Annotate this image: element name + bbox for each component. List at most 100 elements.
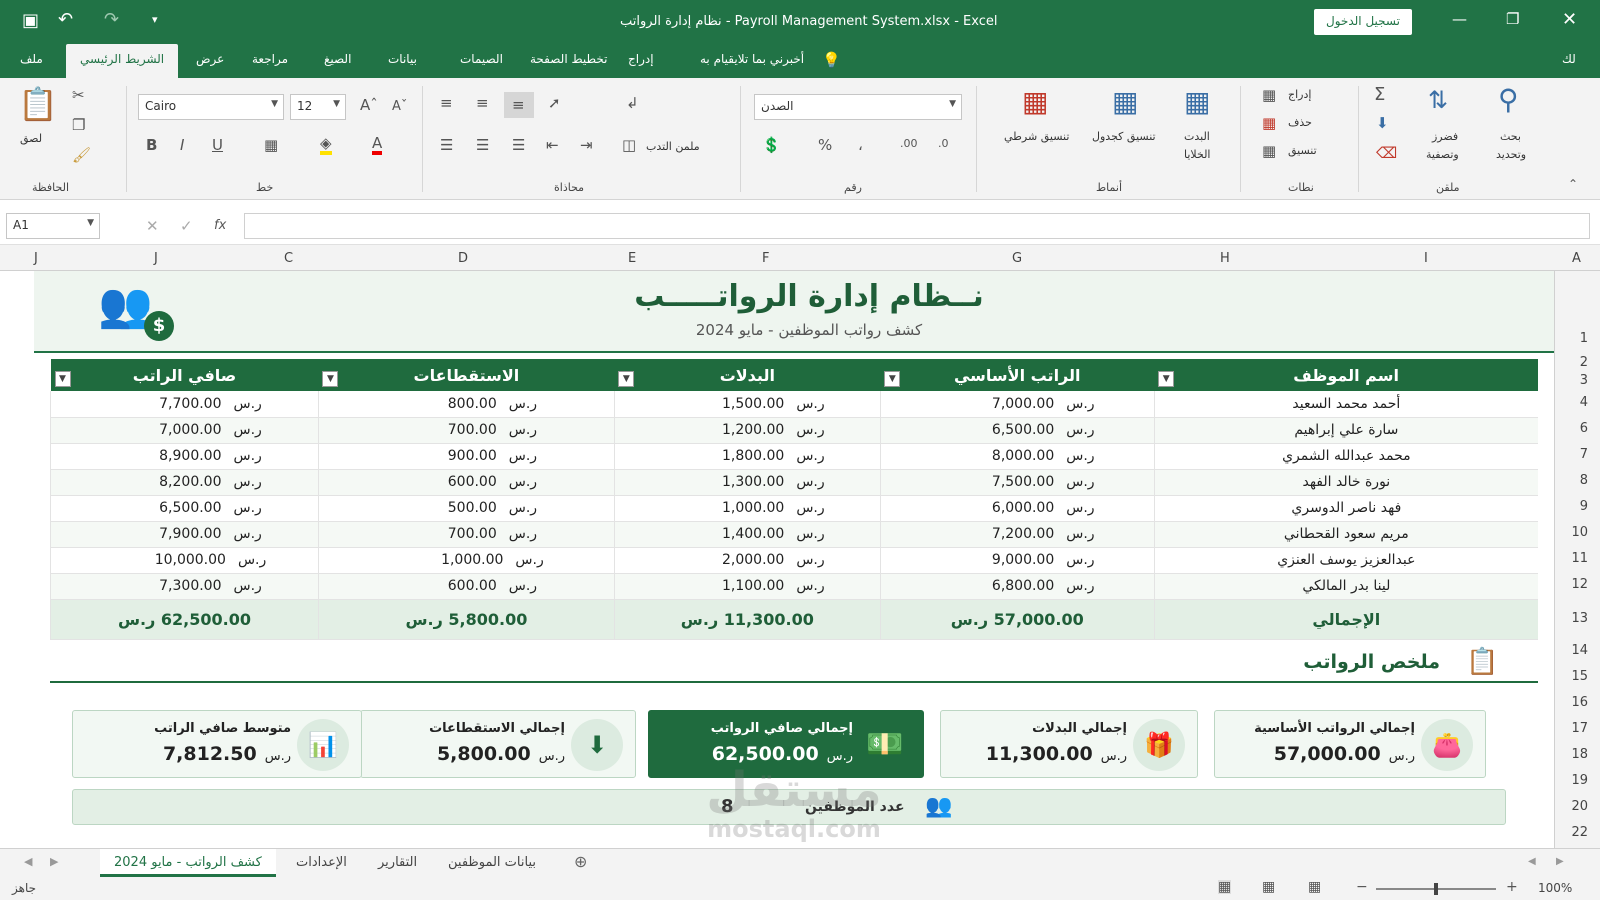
tab-formulas[interactable]: الصيغ <box>324 52 351 66</box>
find-select-button[interactable]: بحث <box>1500 130 1521 143</box>
zoom-in-icon[interactable]: + <box>1506 880 1518 894</box>
column-header[interactable]: F <box>762 251 769 266</box>
insert-cells-icon[interactable]: ▦ <box>1262 88 1276 103</box>
amount-cell[interactable]: ر.س 1,800.00 <box>613 443 881 470</box>
column-header[interactable]: I <box>1424 251 1428 266</box>
next-sheet-icon[interactable]: ▶ <box>50 856 58 867</box>
total-basic[interactable]: 57,000.00 ر.س <box>879 599 1155 640</box>
amount-cell[interactable]: ر.س 7,300.00 <box>50 573 319 600</box>
filter-dropdown-icon[interactable]: ▼ <box>54 371 71 387</box>
amount-cell[interactable]: ر.س 6,000.00 <box>879 495 1155 522</box>
customize-icon[interactable]: ▾ <box>152 14 158 25</box>
font-name-combo[interactable]: Cairo ▼ <box>138 94 284 120</box>
row-header[interactable]: 17 <box>1571 721 1588 736</box>
employee-name-cell[interactable]: فهد ناصر الدوسري <box>1153 495 1538 522</box>
cut-icon[interactable]: ✂ <box>72 88 85 103</box>
currency-icon[interactable]: 💲 <box>762 138 781 153</box>
align-middle-icon[interactable]: ≡ <box>476 96 489 111</box>
employee-name-cell[interactable]: عبدالعزيز يوسف العنزي <box>1153 547 1538 574</box>
column-header[interactable]: A <box>1572 251 1581 266</box>
delete-cells-icon[interactable]: ▦ <box>1262 116 1276 131</box>
name-box[interactable]: A1 ▼ <box>6 213 100 239</box>
employee-name-cell[interactable]: سارة علي إبراهيم <box>1153 417 1538 444</box>
row-header[interactable]: 15 <box>1571 669 1588 684</box>
page-layout-view-icon[interactable]: ▦ <box>1262 880 1275 894</box>
wrap-text-icon[interactable]: ↲ <box>626 96 639 111</box>
align-center-icon[interactable]: ☰ <box>476 138 489 153</box>
delete-cells-button[interactable]: حذف <box>1288 116 1312 129</box>
decrease-decimal-icon[interactable]: .0 <box>938 138 949 149</box>
formula-input[interactable] <box>244 213 1590 239</box>
column-header[interactable]: H <box>1220 251 1230 266</box>
collapse-ribbon-icon[interactable]: ⌃ <box>1568 178 1578 190</box>
format-table-icon[interactable]: ▦ <box>1112 88 1138 116</box>
align-left-icon[interactable]: ☰ <box>440 138 453 153</box>
redo-icon[interactable]: ↷ <box>104 11 119 29</box>
row-header[interactable]: 22 <box>1571 825 1588 840</box>
amount-cell[interactable]: ر.س 7,900.00 <box>50 521 319 548</box>
filter-dropdown-icon[interactable]: ▼ <box>618 371 635 387</box>
paste-icon[interactable]: 📋 <box>18 88 58 120</box>
amount-cell[interactable]: ر.س 8,200.00 <box>50 469 319 496</box>
format-painter-icon[interactable]: 🖌 <box>72 148 91 163</box>
percent-icon[interactable]: % <box>818 138 832 153</box>
amount-cell[interactable]: ر.س 1,300.00 <box>613 469 881 496</box>
prev-sheet-icon[interactable]: ◀ <box>24 856 32 867</box>
tab-view[interactable]: عرض <box>196 52 224 66</box>
amount-cell[interactable]: ر.س 8,000.00 <box>879 443 1155 470</box>
format-cells-button[interactable]: تنسيق <box>1288 144 1317 157</box>
header-deductions[interactable]: الاستقطاعات ▼ <box>318 359 615 391</box>
align-right-icon[interactable]: ☰ <box>512 138 525 153</box>
row-header[interactable]: 7 <box>1580 447 1588 462</box>
autosum-icon[interactable]: Σ <box>1374 86 1385 104</box>
sort-filter-icon[interactable]: ⇅ <box>1428 88 1448 112</box>
employee-name-cell[interactable]: محمد عبدالله الشمري <box>1153 443 1538 470</box>
merge-icon[interactable]: ◫ <box>622 138 636 153</box>
fill-icon[interactable]: ⬇ <box>1376 116 1389 131</box>
row-header[interactable]: 14 <box>1571 643 1588 658</box>
column-header[interactable]: J <box>34 251 38 266</box>
tab-file[interactable]: ملف <box>20 52 43 66</box>
tab-insert[interactable]: إدراج <box>628 52 654 66</box>
row-header[interactable]: 8 <box>1580 473 1588 488</box>
amount-cell[interactable]: ر.س 1,100.00 <box>613 573 881 600</box>
filter-dropdown-icon[interactable]: ▼ <box>322 371 339 387</box>
header-employee-name[interactable]: اسم الموظف ▼ <box>1154 359 1538 391</box>
scroll-right-icon[interactable]: ▶ <box>1556 857 1564 867</box>
tab-design[interactable]: الصيمات <box>460 52 503 66</box>
underline-icon[interactable]: U <box>212 138 223 153</box>
sheet-tab-settings[interactable]: الإعدادات <box>282 849 361 877</box>
row-header[interactable]: 16 <box>1571 695 1588 710</box>
amount-cell[interactable]: ر.س 1,400.00 <box>613 521 881 548</box>
header-allowances[interactable]: البدلات ▼ <box>614 359 881 391</box>
tab-home[interactable]: الشريط الرئيسي <box>66 44 179 78</box>
font-size-combo[interactable]: 12 ▼ <box>290 94 346 120</box>
tab-data[interactable]: بيانات <box>388 52 417 66</box>
amount-cell[interactable]: ر.س 7,000.00 <box>879 391 1155 418</box>
employee-name-cell[interactable]: نورة خالد الفهد <box>1153 469 1538 496</box>
format-cells-icon[interactable]: ▦ <box>1262 144 1276 159</box>
amount-cell[interactable]: ر.س 8,900.00 <box>50 443 319 470</box>
sort-filter-button[interactable]: فضرز <box>1432 130 1458 143</box>
conditional-format-icon[interactable]: ▦ <box>1022 88 1048 116</box>
font-color-icon[interactable]: A <box>372 136 383 155</box>
scroll-left-icon[interactable]: ◀ <box>1528 857 1536 867</box>
clear-icon[interactable]: ⌫ <box>1376 146 1397 161</box>
cell-styles-button-2[interactable]: الخلايا <box>1184 148 1211 161</box>
insert-cells-button[interactable]: إدراج <box>1288 88 1311 101</box>
cancel-entry-icon[interactable]: ✕ <box>146 219 159 234</box>
worksheet[interactable]: 👥 $ نــظام إدارة الرواتـــــب كشف رواتب … <box>34 271 1554 848</box>
amount-cell[interactable]: ر.س 9,000.00 <box>879 547 1155 574</box>
add-sheet-icon[interactable]: ⊕ <box>574 854 587 870</box>
row-header[interactable]: 10 <box>1571 525 1588 540</box>
amount-cell[interactable]: ر.س 500.00 <box>317 495 615 522</box>
amount-cell[interactable]: ر.س 7,500.00 <box>879 469 1155 496</box>
share-button[interactable]: لك <box>1562 52 1576 66</box>
sheet-tab-payroll[interactable]: كشف الرواتب - مايو 2024 <box>100 849 276 877</box>
minimize-icon[interactable]: — <box>1452 12 1467 27</box>
total-allowances[interactable]: 11,300.00 ر.س <box>613 599 881 640</box>
employee-name-cell[interactable]: أحمد محمد السعيد <box>1153 391 1538 418</box>
zoom-slider[interactable] <box>1376 883 1496 895</box>
amount-cell[interactable]: ر.س 7,000.00 <box>50 417 319 444</box>
column-header[interactable]: C <box>284 251 293 266</box>
